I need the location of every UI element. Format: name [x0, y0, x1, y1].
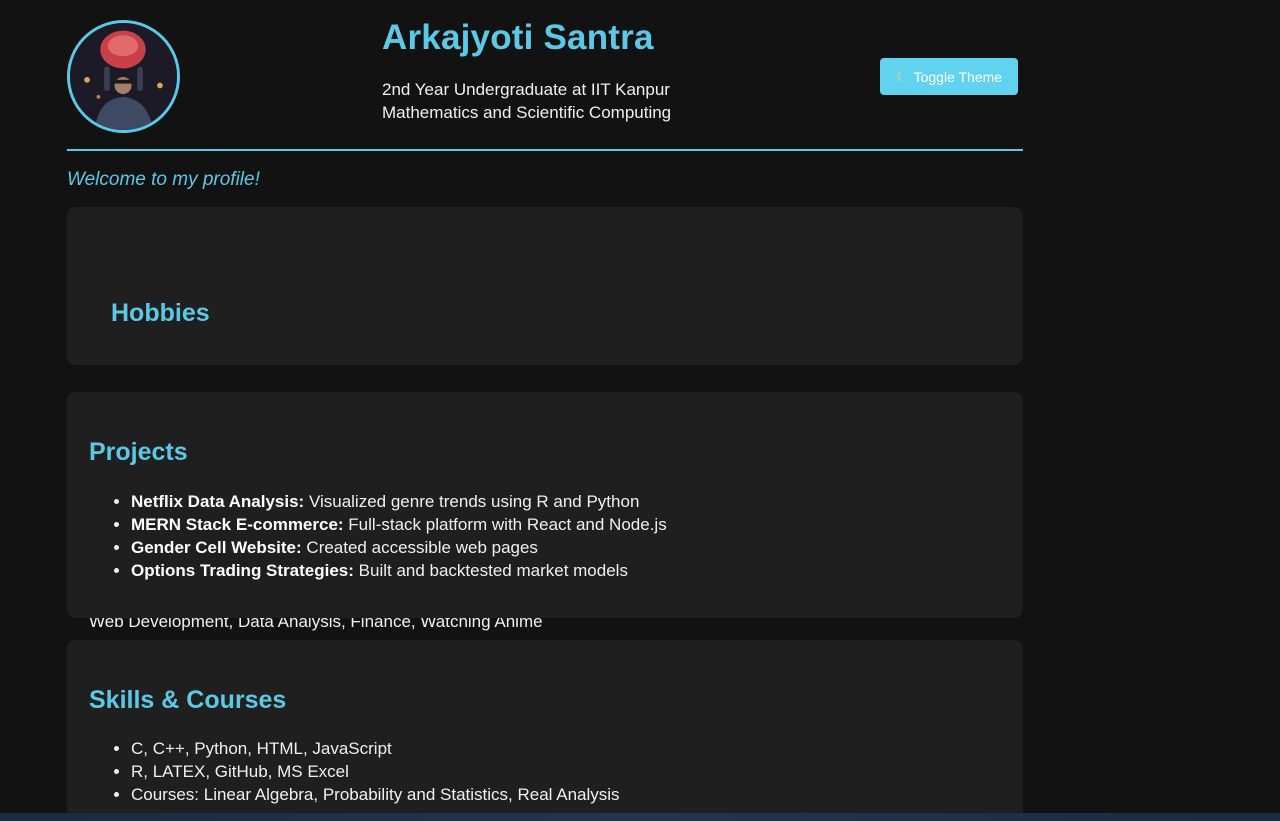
- project-desc: Created accessible web pages: [301, 538, 538, 557]
- project-name: Options Trading Strategies:: [131, 561, 354, 580]
- projects-title: Projects: [89, 438, 188, 466]
- list-item: Gender Cell Website: Created accessible …: [131, 536, 1001, 559]
- subtitle-line-2: Mathematics and Scientific Computing: [382, 103, 672, 122]
- skills-card: Skills & Courses C, C++, Python, HTML, J…: [67, 640, 1023, 821]
- crescent-moon-icon: ☾: [895, 68, 908, 84]
- project-name: Gender Cell Website:: [131, 538, 302, 557]
- avatar-photo: [70, 23, 177, 130]
- project-desc: Full-stack platform with React and Node.…: [343, 515, 667, 534]
- list-item: MERN Stack E-commerce: Full-stack platfo…: [131, 513, 1001, 536]
- projects-card: Projects Netflix Data Analysis: Visualiz…: [67, 392, 1023, 618]
- toggle-theme-label: Toggle Theme: [913, 68, 1003, 85]
- hobbies-title: Hobbies: [111, 299, 210, 327]
- skills-list: C, C++, Python, HTML, JavaScript R, LATE…: [89, 737, 1001, 806]
- project-desc: Visualized genre trends using R and Pyth…: [304, 492, 640, 511]
- projects-list: Netflix Data Analysis: Visualized genre …: [89, 490, 1001, 582]
- skills-title: Skills & Courses: [89, 686, 287, 714]
- list-item: R, LATEX, GitHub, MS Excel: [131, 760, 1001, 783]
- welcome-message: Welcome to my profile!: [67, 169, 260, 190]
- project-desc: Built and backtested market models: [353, 561, 628, 580]
- hobbies-card: Hobbies Web Development, Data Analysis, …: [67, 207, 1023, 631]
- list-item: C, C++, Python, HTML, JavaScript: [131, 737, 1001, 760]
- profile-header: Arkajyoti Santra 2nd Year Undergraduate …: [67, 0, 1023, 151]
- list-item: Netflix Data Analysis: Visualized genre …: [131, 490, 1001, 513]
- profile-name: Arkajyoti Santra: [382, 18, 654, 57]
- project-name: Netflix Data Analysis:: [131, 492, 305, 511]
- toggle-theme-button[interactable]: ☾ Toggle Theme: [880, 58, 1018, 95]
- project-name: MERN Stack E-commerce:: [131, 515, 344, 534]
- subtitle-line-1: 2nd Year Undergraduate at IIT Kanpur: [382, 80, 670, 99]
- avatar: [67, 20, 180, 133]
- profile-container: Arkajyoti Santra 2nd Year Undergraduate …: [67, 0, 1023, 821]
- page: Arkajyoti Santra 2nd Year Undergraduate …: [0, 0, 1280, 821]
- profile-subtitle: 2nd Year Undergraduate at IIT Kanpur Mat…: [382, 78, 671, 124]
- list-item: Courses: Linear Algebra, Probability and…: [131, 783, 1001, 806]
- taskbar-edge: [0, 813, 1280, 821]
- list-item: Options Trading Strategies: Built and ba…: [131, 559, 1001, 582]
